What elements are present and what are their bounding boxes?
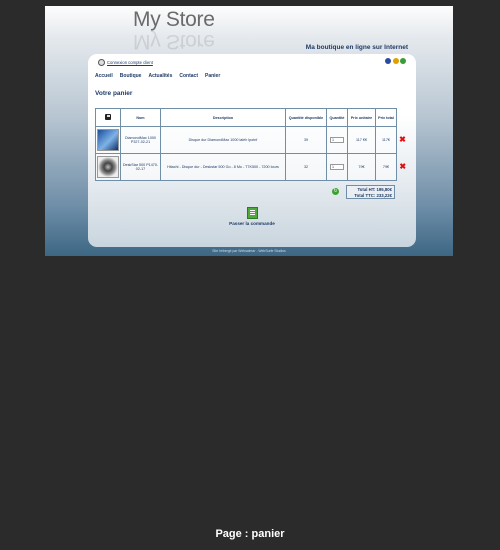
product-available: 32 bbox=[285, 153, 327, 181]
user-icon bbox=[98, 59, 105, 66]
nav-actualites[interactable]: Actualités bbox=[148, 73, 172, 79]
product-description: Disque dur DiamondMax 1000 lalèh lpotnf bbox=[160, 126, 286, 154]
flag-uk-icon[interactable] bbox=[385, 58, 391, 64]
total-ttc: Total TTC: 233,22€ bbox=[354, 193, 392, 198]
column-header-unit-price: Prix unitaire bbox=[347, 108, 376, 127]
page-title: Votre panier bbox=[95, 90, 133, 97]
delete-cell: ✖ bbox=[397, 154, 409, 181]
quantity-input[interactable]: 1 bbox=[330, 164, 344, 170]
product-total-price: 79€ bbox=[375, 153, 397, 181]
column-header-description: Description bbox=[160, 108, 286, 127]
column-header-name: Nom bbox=[120, 108, 161, 127]
product-unit-price: 117 €€ bbox=[347, 126, 376, 154]
cart-table: Nom Description Quantité disponible Quan… bbox=[95, 108, 409, 181]
page-caption: Page : panier bbox=[215, 528, 285, 540]
flag-spain-icon[interactable] bbox=[392, 58, 399, 64]
floppy-icon bbox=[105, 114, 111, 120]
product-unit-price: 79€ bbox=[347, 153, 376, 181]
product-name[interactable]: DeskStar 500 P1470-02-17 bbox=[120, 153, 161, 181]
cart-totals: Total HT: 195,80€ Total TTC: 233,22€ bbox=[346, 185, 395, 199]
flag-italy-icon[interactable] bbox=[400, 58, 406, 64]
quantity-cell: 1 bbox=[326, 153, 348, 181]
delete-cell: ✖ bbox=[397, 127, 409, 154]
quantity-input[interactable]: 1 bbox=[330, 137, 344, 143]
column-header-available: Quantité disponible bbox=[285, 108, 327, 127]
login-link[interactable]: Connexion compte client bbox=[98, 59, 153, 66]
checkout-icon[interactable] bbox=[247, 207, 258, 219]
nav-panier[interactable]: Panier bbox=[205, 73, 220, 79]
nav-accueil[interactable]: Accueil bbox=[95, 73, 113, 79]
language-selector bbox=[385, 58, 406, 64]
store-logo-reflection: My Store bbox=[133, 30, 215, 53]
product-description: Hitachi - Disque dur - Deskstar 500 Go -… bbox=[160, 153, 286, 181]
column-header-quantity: Quantité bbox=[326, 108, 348, 127]
delete-icon[interactable]: ✖ bbox=[399, 135, 406, 144]
product-total-price: 117€ bbox=[375, 126, 397, 154]
quantity-cell: 1 bbox=[326, 126, 348, 154]
product-available: 39 bbox=[285, 126, 327, 154]
site-footer: Site hébergé par Websalmar - WebSurfe St… bbox=[212, 249, 286, 253]
nav-boutique[interactable]: Boutique bbox=[120, 73, 142, 79]
browser-viewport: My Store My Store Ma boutique en ligne s… bbox=[45, 6, 453, 256]
column-header-total-price: Prix total bbox=[375, 108, 397, 127]
table-row: DeskStar 500 P1470-02-17 Hitachi - Disqu… bbox=[95, 153, 409, 181]
store-slogan: Ma boutique en ligne sur Internet bbox=[305, 44, 408, 51]
delete-icon[interactable]: ✖ bbox=[399, 162, 406, 171]
login-label: Connexion compte client bbox=[107, 60, 153, 65]
nav-contact[interactable]: Contact bbox=[179, 73, 198, 79]
content-panel: Connexion compte client Accueil Boutique… bbox=[88, 54, 416, 247]
cart-header-row: Nom Description Quantité disponible Quan… bbox=[95, 108, 409, 127]
diamondmax-product-image[interactable] bbox=[97, 129, 119, 151]
deskstar-product-image[interactable] bbox=[97, 156, 119, 178]
table-row: DiamondMax 1000 P327-02-21 Disque dur Di… bbox=[95, 126, 409, 154]
product-name[interactable]: DiamondMax 1000 P327-02-21 bbox=[120, 126, 161, 154]
main-nav: Accueil Boutique Actualités Contact Pani… bbox=[95, 73, 220, 79]
column-header-actions bbox=[397, 109, 409, 127]
checkout-button[interactable]: Passer la commande bbox=[222, 221, 282, 226]
product-image-cell bbox=[95, 153, 121, 181]
product-image-cell bbox=[95, 126, 121, 154]
refresh-cart-icon[interactable]: ↻ bbox=[332, 188, 339, 195]
column-header-image bbox=[95, 108, 121, 127]
